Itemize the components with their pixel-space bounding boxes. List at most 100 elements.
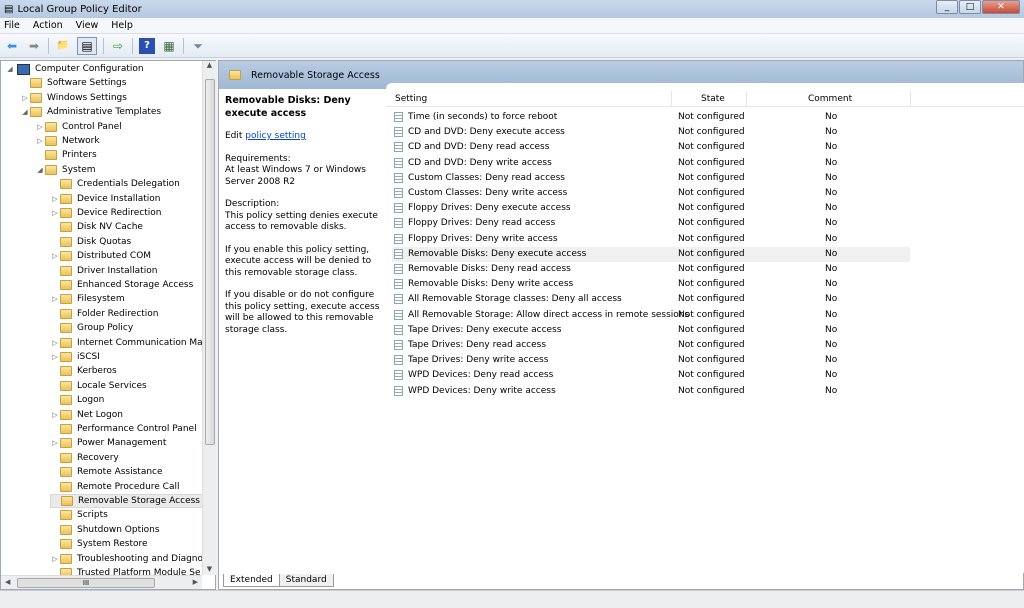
back-icon[interactable]: ⬅	[4, 38, 20, 54]
table-row[interactable]: WPD Devices: Deny read access Not config…	[392, 368, 910, 383]
scroll-up-icon[interactable]: ▲	[203, 61, 216, 69]
expand-arrow-icon[interactable]: ▷	[50, 439, 60, 447]
tree-item[interactable]: Shutdown Options	[50, 523, 160, 537]
table-row[interactable]: Floppy Drives: Deny read access Not conf…	[392, 216, 910, 231]
expand-arrow-icon[interactable]: ◢	[5, 65, 15, 73]
table-row[interactable]: Custom Classes: Deny write access Not co…	[392, 186, 910, 201]
table-row[interactable]: CD and DVD: Deny execute access Not conf…	[392, 125, 910, 140]
show-hide-tree-icon[interactable]: ▤	[77, 36, 97, 55]
tree-item[interactable]: Printers	[35, 148, 97, 162]
tree-item[interactable]: Disk NV Cache	[50, 220, 143, 234]
tree-item[interactable]: ▷ Troubleshooting and Diagno	[50, 552, 203, 566]
tree-item[interactable]: Driver Installation	[50, 264, 157, 278]
up-folder-icon[interactable]: 📁	[55, 38, 71, 54]
tree-item[interactable]: ▷ Net Logon	[50, 408, 123, 422]
tree-hscroll-thumb[interactable]: III	[17, 578, 155, 588]
close-button[interactable]: ✕	[982, 0, 1020, 14]
menu-action[interactable]: Action	[33, 20, 63, 31]
scroll-right-icon[interactable]: ▶	[193, 578, 198, 586]
table-row[interactable]: CD and DVD: Deny write access Not config…	[392, 156, 910, 171]
scroll-left-icon[interactable]: ◀	[5, 578, 10, 586]
tree-item[interactable]: Group Policy	[50, 321, 133, 335]
table-row[interactable]: Time (in seconds) to force reboot Not co…	[392, 110, 910, 125]
menu-help[interactable]: Help	[111, 20, 133, 31]
properties-icon[interactable]: ▦	[161, 38, 177, 54]
tree-item[interactable]: ▷ Windows Settings	[20, 91, 127, 105]
expand-arrow-icon[interactable]: ▷	[50, 209, 60, 217]
minimize-button[interactable]: _	[936, 0, 958, 14]
tree-item[interactable]: ▷ Network	[35, 134, 100, 148]
tree-item[interactable]: Folder Redirection	[50, 307, 159, 321]
tab-standard[interactable]: Standard	[278, 574, 334, 587]
table-row[interactable]: Removable Disks: Deny read access Not co…	[392, 262, 910, 277]
tree-item[interactable]: Disk Quotas	[50, 235, 131, 249]
tree-item[interactable]: Locale Services	[50, 379, 147, 393]
tree-item[interactable]: ▷ Device Redirection	[50, 206, 161, 220]
expand-arrow-icon[interactable]: ▷	[20, 94, 30, 102]
tree-item[interactable]: Kerberos	[50, 364, 117, 378]
menu-view[interactable]: View	[76, 20, 99, 31]
table-row[interactable]: Tape Drives: Deny read access Not config…	[392, 338, 910, 353]
expand-arrow-icon[interactable]: ▷	[50, 339, 60, 347]
tree-item[interactable]: Enhanced Storage Access	[50, 278, 193, 292]
expand-arrow-icon[interactable]: ▷	[35, 123, 45, 131]
menu-file[interactable]: File	[4, 20, 20, 31]
tree-item[interactable]: ▷ Control Panel	[35, 120, 122, 134]
edit-policy-setting-link[interactable]: policy setting	[245, 131, 306, 141]
help-icon[interactable]: ?	[139, 37, 155, 54]
forward-icon[interactable]: ➡	[26, 38, 42, 54]
tree-item[interactable]: ◢ System	[35, 163, 96, 177]
expand-arrow-icon[interactable]: ▷	[50, 555, 60, 563]
scroll-down-icon[interactable]: ▼	[203, 565, 216, 573]
column-setting[interactable]: Setting	[395, 94, 427, 104]
tree-vertical-scrollbar[interactable]: ▲ ▼	[202, 61, 216, 575]
tree-scroll-thumb[interactable]	[205, 79, 215, 445]
tree-item[interactable]: ▷ Power Management	[50, 436, 166, 450]
export-list-icon[interactable]: ⇨	[110, 38, 126, 54]
expand-arrow-icon[interactable]: ▷	[50, 195, 60, 203]
table-row[interactable]: CD and DVD: Deny read access Not configu…	[392, 140, 910, 155]
table-row[interactable]: Removable Disks: Deny write access Not c…	[392, 277, 910, 292]
table-row[interactable]: Floppy Drives: Deny write access Not con…	[392, 232, 910, 247]
tree-item[interactable]: ▷ iSCSI	[50, 350, 100, 364]
expand-arrow-icon[interactable]: ◢	[35, 166, 45, 174]
expand-arrow-icon[interactable]: ▷	[50, 353, 60, 361]
folder-icon	[60, 222, 72, 233]
tree-item[interactable]: Software Settings	[20, 76, 126, 90]
tree-horizontal-scrollbar[interactable]: ◀ III ▶	[1, 575, 202, 589]
table-row[interactable]: All Removable Storage classes: Deny all …	[392, 292, 910, 307]
tree-item[interactable]: Remote Procedure Call	[50, 480, 179, 494]
tab-extended[interactable]: Extended	[223, 574, 280, 587]
tree-item[interactable]: Performance Control Panel	[50, 422, 197, 436]
table-row[interactable]: Tape Drives: Deny execute access Not con…	[392, 323, 910, 338]
tree-item[interactable]: ◢ Administrative Templates	[20, 105, 161, 119]
tree-item[interactable]: Remote Assistance	[50, 465, 163, 479]
tree-item[interactable]: ◢ Computer Configuration	[5, 62, 144, 76]
expand-arrow-icon[interactable]: ▷	[35, 137, 45, 145]
expand-arrow-icon[interactable]: ▷	[50, 252, 60, 260]
maximize-button[interactable]: □	[959, 0, 981, 14]
column-comment[interactable]: Comment	[808, 94, 852, 104]
table-row[interactable]: Custom Classes: Deny read access Not con…	[392, 171, 910, 186]
tree-item[interactable]: Credentials Delegation	[50, 177, 180, 191]
expand-arrow-icon[interactable]: ▷	[50, 295, 60, 303]
table-row[interactable]: Tape Drives: Deny write access Not confi…	[392, 353, 910, 368]
tree-item[interactable]: ▷ Internet Communication Ma	[50, 336, 203, 350]
table-row[interactable]: All Removable Storage: Allow direct acce…	[392, 308, 910, 323]
table-row[interactable]: WPD Devices: Deny write access Not confi…	[392, 384, 910, 399]
column-state[interactable]: State	[701, 94, 725, 104]
tree-item[interactable]: Recovery	[50, 451, 119, 465]
tree-item[interactable]: ▷ Distributed COM	[50, 249, 151, 263]
policy-setting-icon	[394, 279, 403, 290]
tree-item[interactable]: ▷ Filesystem	[50, 292, 125, 306]
tree-item[interactable]: Scripts	[50, 508, 108, 522]
tree-item[interactable]: Removable Storage Access	[50, 494, 204, 508]
expand-arrow-icon[interactable]: ▷	[50, 411, 60, 419]
tree-item[interactable]: System Restore	[50, 537, 148, 551]
expand-arrow-icon[interactable]: ◢	[20, 108, 30, 116]
tree-item[interactable]: Logon	[50, 393, 104, 407]
table-row[interactable]: Removable Disks: Deny execute access Not…	[392, 246, 910, 262]
filter-icon[interactable]: ⏷	[190, 38, 206, 54]
table-row[interactable]: Floppy Drives: Deny execute access Not c…	[392, 201, 910, 216]
tree-item[interactable]: ▷ Device Installation	[50, 192, 161, 206]
